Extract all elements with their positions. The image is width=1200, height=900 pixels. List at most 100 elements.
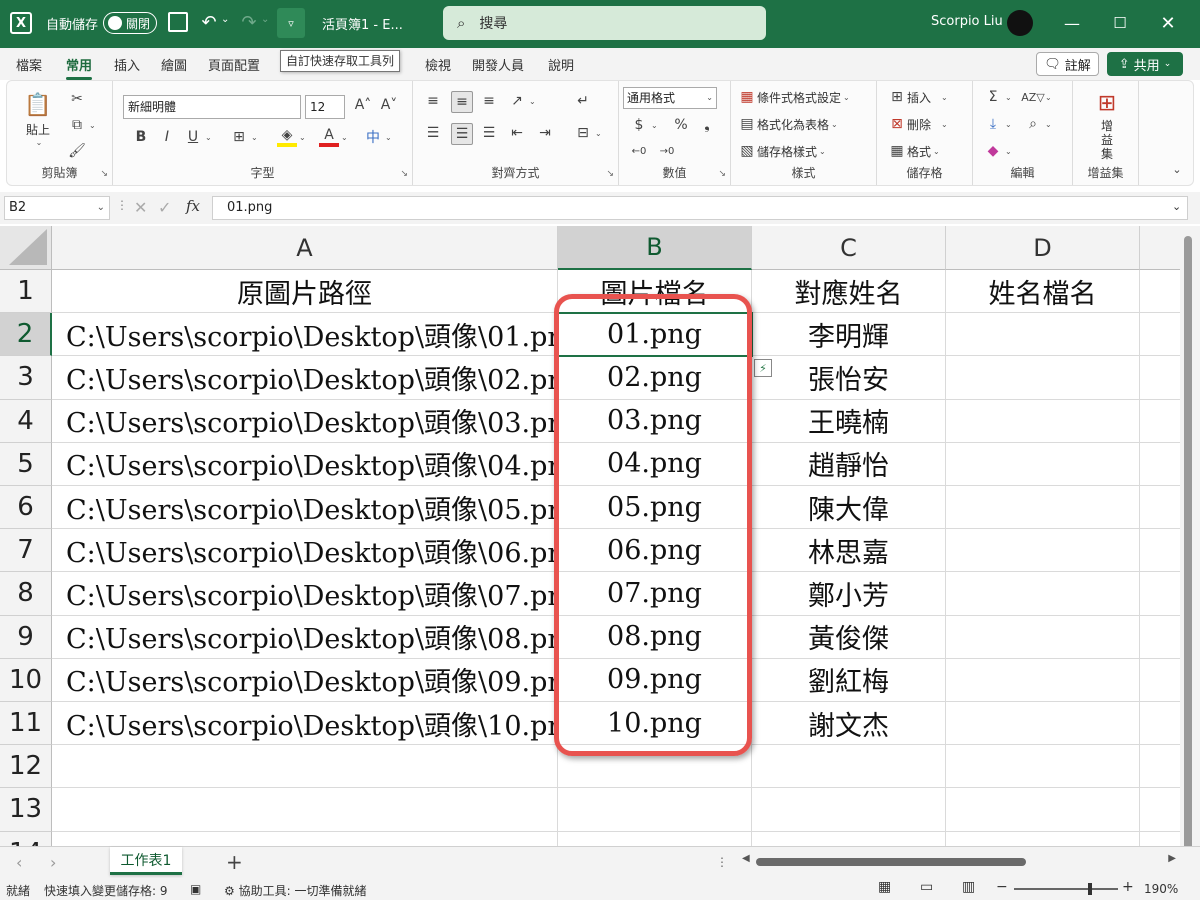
cell-d4[interactable] [946,399,1140,443]
name-box[interactable]: B2 ⌄ [4,196,110,220]
format-painter-button[interactable]: 🖌 [67,141,87,161]
zoom-slider[interactable] [1014,883,1118,895]
cell-e1[interactable] [1140,270,1180,314]
minimize-button[interactable]: — [1057,10,1087,36]
cell-c4[interactable]: 王曉楠 [752,399,946,443]
cell-c11[interactable]: 謝文杰 [752,702,946,746]
merge-center-button[interactable]: ⊟ ⌄ [573,123,602,143]
fill-color-button[interactable]: ◈ ⌄ [277,127,306,147]
percent-button[interactable]: % [671,115,691,135]
comma-style-button[interactable]: ❟ [697,115,717,135]
cell-a8[interactable]: C:\Users\scorpio\Desktop\頭像\07.png [52,572,558,616]
cell-d1[interactable]: 姓名檔名 [946,270,1140,314]
add-sheet-button[interactable]: + [226,850,243,874]
cell-e10[interactable] [1140,659,1180,702]
save-icon[interactable] [168,12,188,32]
close-button[interactable]: ✕ [1153,10,1183,36]
row-header-13[interactable]: 13 [0,788,52,832]
phonetic-button[interactable]: 中 ⌄ [363,127,392,147]
column-header-d[interactable]: D [946,226,1140,270]
dialog-launcher-icon[interactable]: ↘ [400,169,408,179]
decrease-decimal-button[interactable]: →0 [657,141,677,161]
cell-e14[interactable] [1140,832,1180,846]
align-bottom-button[interactable]: ≡ [479,91,499,111]
tab-page-layout[interactable]: 頁面配置 [208,55,260,74]
bold-button[interactable]: B [131,127,151,147]
tab-help[interactable]: 說明 [548,55,574,74]
decrease-font-button[interactable]: A˅ [379,95,399,115]
user-name[interactable]: Scorpio Liu [931,14,1003,29]
cell-c10[interactable]: 劉紅梅 [752,658,946,702]
row-header-2[interactable]: 2 [0,313,52,357]
select-all-button[interactable] [0,226,52,270]
tab-insert[interactable]: 插入 [114,55,140,74]
cell-c12[interactable] [752,745,946,789]
cell-e6[interactable] [1140,486,1180,530]
font-color-button[interactable]: A ⌄ [319,127,348,147]
cell-d11[interactable] [946,702,1140,746]
align-center-button[interactable]: ☰ [451,123,473,145]
row-header-3[interactable]: 3 [0,356,52,400]
dialog-launcher-icon[interactable]: ↘ [606,169,614,179]
column-header-c[interactable]: C [752,226,946,270]
row-header-8[interactable]: 8 [0,572,52,616]
font-size-select[interactable]: 12 [305,95,345,119]
sort-filter-button[interactable]: AZ▽ ⌄ [1021,87,1051,107]
cell-d14[interactable] [946,831,1140,846]
tab-file[interactable]: 檔案 [16,55,42,74]
insert-function-icon[interactable]: fx [186,197,200,215]
cell-a14[interactable] [52,831,558,846]
cell-c9[interactable]: 黃俊傑 [752,615,946,659]
align-middle-button[interactable]: ≡ [451,91,473,113]
zoom-level[interactable]: 190% [1144,882,1178,896]
cell-b13[interactable] [558,788,752,832]
cell-c5[interactable]: 趙靜怡 [752,442,946,486]
align-right-button[interactable]: ☰ [479,123,499,143]
cell-d7[interactable] [946,529,1140,573]
delete-cells-button[interactable]: ⊠ 刪除 ⌄ [887,114,948,134]
row-header-5[interactable]: 5 [0,442,52,486]
cell-d6[interactable] [946,486,1140,530]
worksheet-grid[interactable]: A B C D 1 原圖片路徑 圖片檔名 對應姓名 姓名檔名 2 C:\Users\scorpio\… [0,226,1180,846]
cancel-icon[interactable]: ✕ [134,198,147,217]
accounting-format-button[interactable]: $ ⌄ [629,115,658,135]
row-header-4[interactable]: 4 [0,399,52,443]
vertical-scroll-thumb[interactable] [1184,236,1192,856]
flash-fill-options-icon[interactable]: ⚡ [754,359,772,377]
increase-decimal-button[interactable]: ←0 [629,141,649,161]
cell-e11[interactable] [1140,702,1180,746]
row-header-1[interactable]: 1 [0,270,52,314]
cell-b14[interactable] [558,831,752,846]
cell-c2[interactable]: 李明輝 [752,313,946,357]
comments-button[interactable]: 🗨 註解 [1036,52,1099,76]
cell-e12[interactable] [1140,745,1180,789]
horizontal-scroll-thumb[interactable] [756,858,1026,866]
cell-d3[interactable] [946,356,1140,400]
share-button[interactable]: ⇪ 共用 ⌄ [1107,52,1183,76]
vertical-scrollbar[interactable] [1180,226,1200,856]
sheet-next-icon[interactable]: › [50,853,56,872]
copy-button[interactable]: ⧉ ⌄ [67,115,96,135]
cell-styles-button[interactable]: ▧ 儲存格樣式 ⌄ [737,141,825,161]
more-options-icon[interactable]: ⋮ [716,855,728,869]
row-header-7[interactable]: 7 [0,529,52,573]
addins-button[interactable]: ⊞ 增益集 [1087,87,1127,162]
cell-a12[interactable] [52,745,558,789]
cell-a9[interactable]: C:\Users\scorpio\Desktop\頭像\08.png [52,615,558,659]
zoom-out-icon[interactable]: − [996,879,1008,895]
cell-d12[interactable] [946,745,1140,789]
cell-d10[interactable] [946,658,1140,702]
tab-developer[interactable]: 開發人員 [472,55,524,74]
cell-e8[interactable] [1140,572,1180,616]
cell-a13[interactable] [52,788,558,832]
autosum-button[interactable]: Σ ⌄ [983,87,1012,107]
number-format-select[interactable]: 通用格式 ⌄ [623,87,717,109]
align-top-button[interactable]: ≡ [423,91,443,111]
align-left-button[interactable]: ☰ [423,123,443,143]
maximize-button[interactable]: ☐ [1105,10,1135,36]
zoom-slider-thumb[interactable] [1088,883,1092,895]
tab-draw[interactable]: 繪圖 [161,55,187,74]
row-header-6[interactable]: 6 [0,486,52,530]
find-select-button[interactable]: ⌕ ⌄ [1023,114,1052,134]
sheet-prev-icon[interactable]: ‹ [16,853,22,872]
